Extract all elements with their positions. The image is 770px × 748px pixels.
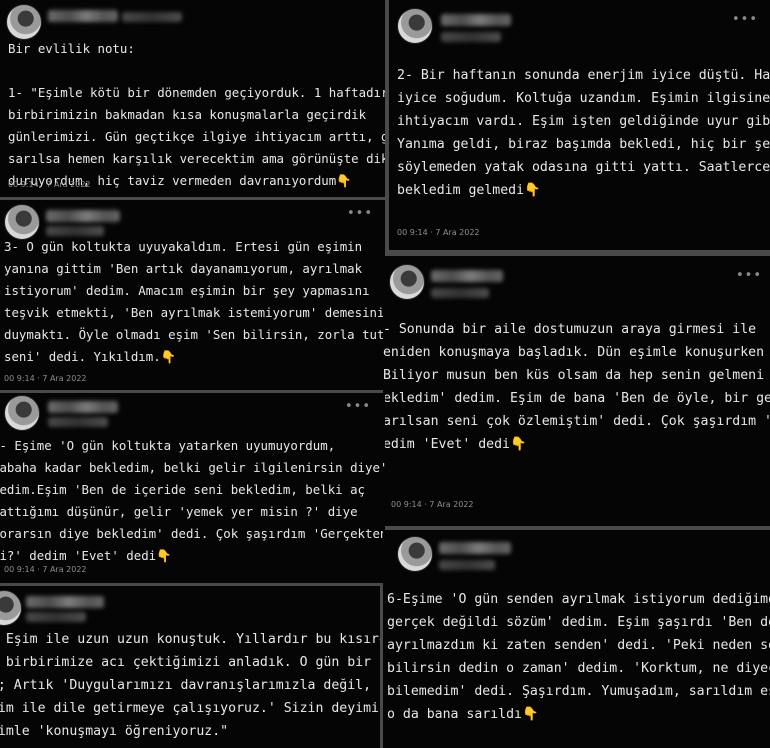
tweet-card-5[interactable]: ••• 5- Eşime 'O gün koltukta yatarken uy… (0, 393, 385, 583)
avatar[interactable] (397, 536, 433, 572)
blurred-handle (122, 12, 182, 22)
more-icon[interactable]: ••• (345, 399, 371, 414)
tweet-text: 4- Sonunda bir aile dostumuzun araya gir… (383, 322, 770, 452)
pointing-down-emoji: 👇 (509, 437, 527, 452)
pointing-down-emoji: 👇 (336, 173, 352, 188)
pointing-down-emoji: 👇 (524, 183, 541, 198)
blurred-username (431, 270, 503, 282)
pointing-down-emoji: 👇 (156, 548, 172, 563)
blurred-handle (46, 226, 104, 236)
tweet-text: 6-Eşime 'O gün senden ayrılmak istiyorum… (387, 592, 770, 722)
blurred-handle (431, 288, 489, 298)
tweet-card-2[interactable]: ••• 2- Bir haftanın sonunda enerjim iyic… (389, 0, 770, 250)
more-icon[interactable]: ••• (736, 268, 762, 283)
tweet-text: Bir evlilik notu: 1- "Eşimle kötü bir dö… (8, 41, 385, 188)
tweet-timestamp: 00 9:14 · 7 Ara 2022 (8, 180, 91, 189)
tweet-card-4[interactable]: ••• 4- Sonunda bir aile dostumuzun araya… (383, 256, 770, 526)
tweet-text: 2- Bir haftanın sonunda enerjim iyice dü… (397, 68, 770, 198)
pointing-down-emoji: 👇 (160, 349, 177, 364)
blurred-username (48, 10, 118, 22)
tweet-card-6[interactable]: 6-Eşime 'O gün senden ayrılmak istiyorum… (383, 530, 770, 748)
tweet-timestamp: 00 9:14 · 7 Ara 2022 (4, 565, 87, 574)
blurred-username (46, 210, 120, 222)
more-icon[interactable]: ••• (732, 12, 758, 27)
blurred-username (441, 14, 511, 26)
tweet-card-1[interactable]: Bir evlilik notu: 1- "Eşimle kötü bir dö… (0, 0, 385, 197)
avatar[interactable] (389, 264, 425, 300)
blurred-username (48, 401, 118, 413)
avatar[interactable] (397, 8, 433, 44)
tweet-text: 3- O gün koltukta uyuyakaldım. Ertesi gü… (4, 239, 385, 364)
tweet-text: 7- Eşim ile uzun uzun konuştuk. Yıllardı… (0, 632, 380, 739)
tweet-timestamp: 00 9:14 · 7 Ara 2022 (4, 374, 87, 383)
tweet-timestamp: 00 9:14 · 7 Ara 2022 (391, 500, 474, 509)
avatar[interactable] (6, 4, 42, 40)
tweet-text: 5- Eşime 'O gün koltukta yatarken uyumuy… (0, 438, 385, 563)
blurred-handle (48, 417, 108, 427)
blurred-username (26, 596, 104, 608)
blurred-username (439, 542, 511, 554)
avatar[interactable] (4, 395, 40, 431)
avatar[interactable] (4, 204, 40, 240)
avatar[interactable] (0, 590, 22, 626)
pointing-down-emoji: 👇 (521, 707, 539, 722)
tweet-card-3[interactable]: ••• 3- O gün koltukta uyuyakaldım. Ertes… (0, 200, 385, 390)
tweet-card-7[interactable]: 7- Eşim ile uzun uzun konuştuk. Yıllardı… (0, 586, 380, 748)
blurred-handle (441, 32, 501, 42)
tweet-timestamp: 00 9:14 · 7 Ara 2022 (397, 228, 480, 237)
blurred-handle (26, 612, 86, 622)
blurred-handle (439, 560, 495, 570)
more-icon[interactable]: ••• (347, 206, 373, 221)
